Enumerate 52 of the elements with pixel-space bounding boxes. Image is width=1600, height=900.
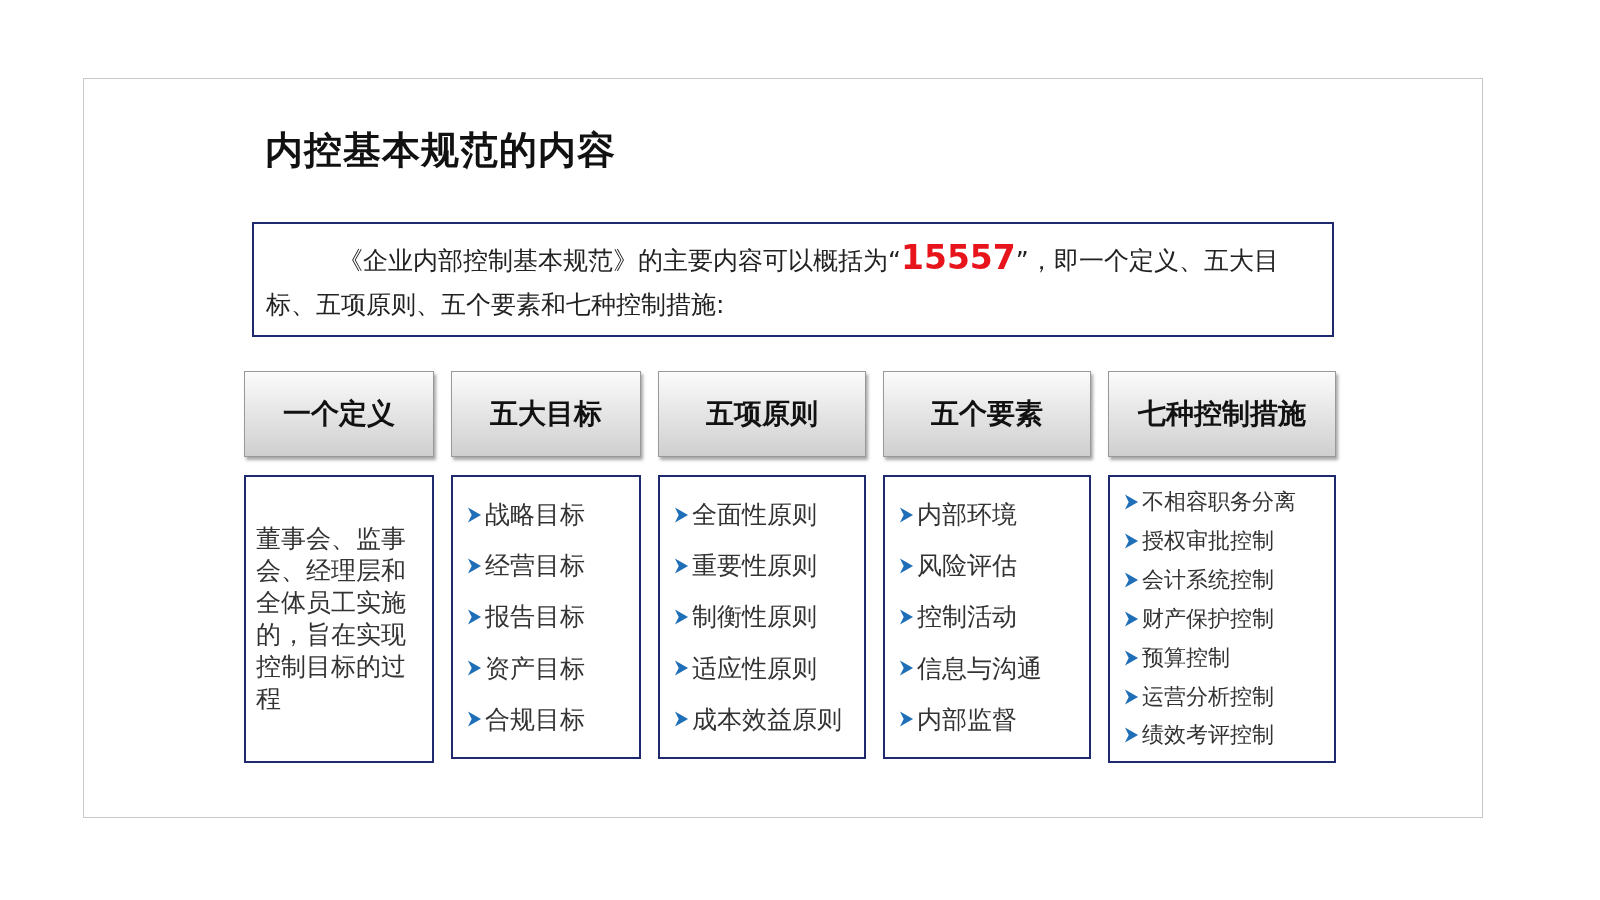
list-item-text: 预算控制	[1142, 643, 1230, 672]
definition-text: 董事会、监事会、经理层和全体员工实施的，旨在实现控制目标的过程	[256, 523, 407, 715]
arrowhead-icon	[1124, 648, 1139, 667]
arrowhead-icon	[674, 556, 689, 575]
list-item-text: 控制活动	[917, 601, 1017, 634]
category-heading: 五个要素	[883, 371, 1091, 457]
arrowhead-icon	[467, 505, 482, 524]
arrowhead-icon	[674, 710, 689, 729]
arrowhead-icon	[1124, 571, 1139, 590]
category-heading: 一个定义	[244, 371, 434, 457]
category-heading: 五大目标	[451, 371, 641, 457]
arrowhead-icon	[674, 505, 689, 524]
arrowhead-icon	[467, 659, 482, 678]
arrowhead-icon	[899, 659, 914, 678]
list-item-text: 适应性原则	[692, 652, 817, 685]
arrowhead-icon	[1124, 493, 1139, 512]
arrowhead-icon	[467, 710, 482, 729]
arrowhead-icon	[674, 607, 689, 626]
list-item-text: 风险评估	[917, 550, 1017, 583]
list-item-text: 授权审批控制	[1142, 527, 1274, 556]
list-item-text: 成本效益原则	[692, 703, 842, 736]
list-item-text: 战略目标	[485, 499, 585, 532]
arrowhead-icon	[467, 607, 482, 626]
arrowhead-icon	[1124, 687, 1139, 706]
list-item-text: 资产目标	[485, 652, 585, 685]
arrowhead-icon	[1124, 609, 1139, 628]
slide-title: 内控基本规范的内容	[265, 127, 617, 174]
arrowhead-icon	[899, 710, 914, 729]
list-item-text: 运营分析控制	[1142, 682, 1274, 711]
arrowhead-icon	[899, 556, 914, 575]
list-item-text: 制衡性原则	[692, 601, 817, 634]
list-item-text: 绩效考评控制	[1142, 721, 1274, 750]
category-heading: 五项原则	[658, 371, 866, 457]
list-item-text: 经营目标	[485, 550, 585, 583]
arrowhead-icon	[674, 659, 689, 678]
list-item-text: 全面性原则	[692, 499, 817, 532]
list-item-text: 合规目标	[485, 703, 585, 736]
arrowhead-icon	[1124, 532, 1139, 551]
arrowhead-icon	[467, 556, 482, 575]
list-item-text: 重要性原则	[692, 550, 817, 583]
arrowhead-icon	[899, 505, 914, 524]
list-item-text: 报告目标	[485, 601, 585, 634]
summary-text: 《企业内部控制基本规范》的主要内容可以概括为“15557”，即一个定义、五大目标、五项原则、五个要素和七种控制措施:	[266, 237, 1280, 321]
list-item-text: 内部环境	[917, 499, 1017, 532]
list-item-text: 内部监督	[917, 703, 1017, 736]
category-heading: 七种控制措施	[1108, 371, 1336, 457]
list-item-text: 不相容职务分离	[1142, 488, 1296, 517]
arrowhead-icon	[899, 607, 914, 626]
arrowhead-icon	[1124, 726, 1139, 745]
list-item-text: 信息与沟通	[917, 652, 1042, 685]
list-item-text: 财产保护控制	[1142, 604, 1274, 633]
list-item-text: 会计系统控制	[1142, 566, 1274, 595]
